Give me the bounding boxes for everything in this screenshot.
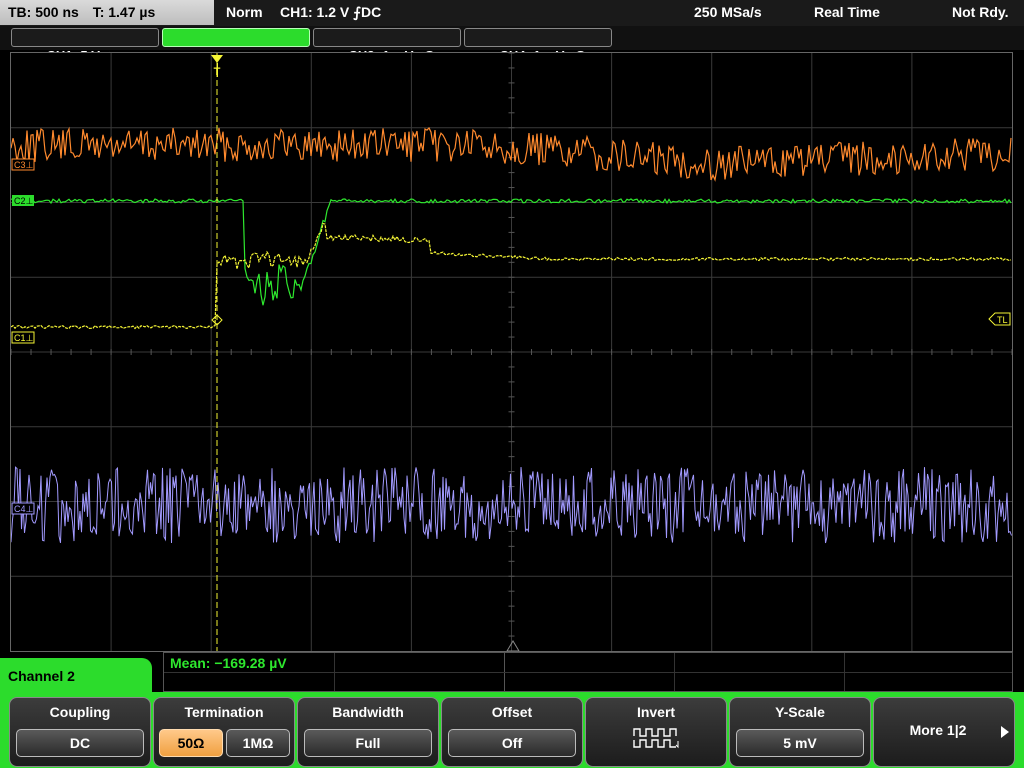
termination-1mohm-option[interactable]: 1MΩ (226, 729, 290, 757)
softkey-coupling[interactable]: Coupling DC (9, 697, 151, 767)
channel-tab-ch2[interactable]: CH2: 5 mV≅Ω (162, 28, 310, 63)
trigger-stem (217, 63, 218, 77)
trigger-level-label: TL (997, 315, 1008, 325)
timebase-readout[interactable]: TB: 500 ns T: 1.47 µs (0, 0, 214, 25)
ch3-ground-marker[interactable]: C3⊥ (11, 158, 35, 171)
menu-channel-title-text: Channel 2 (8, 668, 75, 684)
invert-title: Invert (636, 704, 676, 720)
channel-tab-row: CH1: 5 V≅ CH2: 5 mV≅Ω CH3: 1 mV≅Ω CH4: 1… (0, 26, 1024, 63)
coupling-title: Coupling (49, 704, 111, 720)
measurement-bar: Mean: −169.28 µV (163, 652, 1013, 692)
ch3-marker-label: C3⊥ (14, 160, 34, 170)
status-bar: TB: 500 ns T: 1.47 µs Norm CH1: 1.2 V ⨍D… (0, 0, 1024, 26)
trigger-source[interactable]: CH1: 1.2 V ⨍DC (280, 0, 381, 25)
channel-tab-ch3[interactable]: CH3: 1 mV≅Ω (313, 28, 461, 63)
waveform-canvas[interactable]: T C3⊥ C2⊥ C1⊥ C4⊥ TL (11, 53, 1012, 651)
bandwidth-title: Bandwidth (332, 704, 404, 720)
ch2-ground-marker[interactable]: C2⊥ (12, 195, 34, 206)
center-reference-icon (506, 640, 520, 651)
offset-value[interactable]: Off (448, 729, 576, 757)
softkey-invert[interactable]: Invert (585, 697, 727, 767)
ch1-ground-marker[interactable]: C1⊥ (11, 331, 35, 344)
trigger-level-marker[interactable]: TL (988, 312, 1011, 326)
offset-title: Offset (491, 704, 533, 720)
trigger-mode[interactable]: Norm (226, 0, 263, 25)
more-label: More 1|2 (909, 722, 967, 738)
trigger-status: Not Rdy. (952, 4, 1009, 20)
invert-square-wave-icon (633, 728, 679, 749)
waveform-display[interactable]: T C3⊥ C2⊥ C1⊥ C4⊥ TL (10, 52, 1013, 652)
trigger-position-marker-icon[interactable] (211, 55, 223, 63)
softkey-offset[interactable]: Offset Off (441, 697, 583, 767)
mean-measurement: Mean: −169.28 µV (170, 655, 287, 671)
yscale-title: Y-Scale (775, 704, 825, 720)
sample-rate: 250 MSa/s (694, 4, 762, 20)
channel-tab-ch1[interactable]: CH1: 5 V≅ (11, 28, 159, 63)
ch4-ground-marker[interactable]: C4⊥ (11, 502, 35, 515)
bandwidth-value[interactable]: Full (304, 729, 432, 757)
softkey-termination[interactable]: Termination 50Ω 1MΩ (153, 697, 295, 767)
trigger-time-value: T: 1.47 µs (92, 4, 156, 20)
channel-tab-ch4[interactable]: CH4: 1 mV≅Ω (464, 28, 612, 63)
ch1-marker-label: C1⊥ (14, 333, 34, 343)
acquisition-mode[interactable]: Real Time (814, 0, 880, 25)
termination-title: Termination (184, 704, 264, 720)
termination-50ohm-option[interactable]: 50Ω (159, 729, 223, 757)
softkey-bandwidth[interactable]: Bandwidth Full (297, 697, 439, 767)
softkey-more[interactable]: More 1|2 (873, 697, 1015, 767)
yscale-value[interactable]: 5 mV (736, 729, 864, 757)
timebase-value: TB: 500 ns (8, 4, 79, 20)
coupling-value[interactable]: DC (16, 729, 144, 757)
ch4-marker-label: C4⊥ (14, 504, 34, 514)
ch2-marker-label: C2⊥ (14, 196, 34, 206)
chevron-right-icon (1001, 726, 1009, 738)
softkey-yscale[interactable]: Y-Scale 5 mV (729, 697, 871, 767)
